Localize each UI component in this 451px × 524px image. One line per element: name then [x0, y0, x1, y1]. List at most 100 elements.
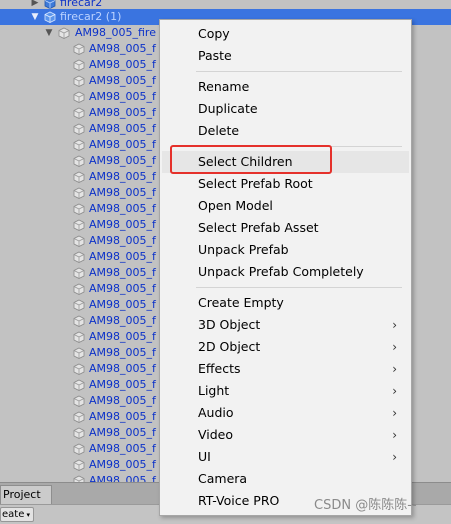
hierarchy-row-label: AM98_005_f — [89, 234, 156, 247]
menu-item-copy[interactable]: Copy — [162, 23, 409, 45]
menu-item-video[interactable]: Video › — [162, 424, 409, 446]
gameobject-cube-icon — [58, 27, 70, 39]
gameobject-cube-icon — [73, 123, 85, 135]
hierarchy-row-label: AM98_005_f — [89, 58, 156, 71]
menu-item-open-model[interactable]: Open Model — [162, 195, 409, 217]
tab-project[interactable]: Project — [0, 485, 52, 504]
gameobject-cube-icon — [73, 267, 85, 279]
hierarchy-row-label: AM98_005_f — [89, 250, 156, 263]
menu-item-effects[interactable]: Effects › — [162, 358, 409, 380]
menu-item-label: Rename — [198, 79, 250, 94]
hierarchy-row-label: AM98_005_f — [89, 122, 156, 135]
gameobject-cube-icon — [73, 363, 85, 375]
hierarchy-row-label: firecar2 (1) — [60, 10, 122, 23]
menu-item-select-prefab-root[interactable]: Select Prefab Root — [162, 173, 409, 195]
chevron-right-icon: › — [392, 384, 397, 398]
menu-separator — [196, 71, 402, 72]
gameobject-cube-icon — [73, 203, 85, 215]
menu-item-label: Light — [198, 383, 230, 398]
menu-separator — [196, 146, 402, 147]
hierarchy-row-label: AM98_005_f — [89, 90, 156, 103]
menu-item-label: Select Children — [198, 154, 293, 169]
gameobject-cube-icon — [73, 59, 85, 71]
gameobject-cube-icon — [73, 443, 85, 455]
menu-item-select-prefab-asset[interactable]: Select Prefab Asset — [162, 217, 409, 239]
hierarchy-row-label: AM98_005_f — [89, 474, 156, 482]
gameobject-cube-icon — [73, 139, 85, 151]
gameobject-cube-icon — [73, 331, 85, 343]
chevron-right-icon: › — [392, 406, 397, 420]
gameobject-cube-icon — [73, 395, 85, 407]
hierarchy-row-label: AM98_005_f — [89, 410, 156, 423]
menu-item-label: Video — [198, 427, 234, 442]
menu-item-camera[interactable]: Camera — [162, 468, 409, 490]
hierarchy-row-label: AM98_005_f — [89, 458, 156, 471]
menu-item-label: Unpack Prefab — [198, 242, 289, 257]
menu-item-label: Open Model — [198, 198, 273, 213]
expanded-arrow-icon[interactable]: ▼ — [44, 25, 54, 41]
create-dropdown-label: eate — [2, 509, 25, 520]
hierarchy-row-label: AM98_005_f — [89, 154, 156, 167]
prefab-cube-icon — [44, 0, 56, 9]
menu-item-audio[interactable]: Audio › — [162, 402, 409, 424]
menu-item-label: Select Prefab Root — [198, 176, 313, 191]
hierarchy-row-label: AM98_005_f — [89, 218, 156, 231]
menu-item-unpack-prefab-completely[interactable]: Unpack Prefab Completely — [162, 261, 409, 283]
gameobject-cube-icon — [73, 427, 85, 439]
expanded-arrow-icon[interactable]: ▼ — [30, 9, 40, 25]
chevron-right-icon: › — [392, 318, 397, 332]
gameobject-cube-icon — [73, 315, 85, 327]
gameobject-cube-icon — [73, 75, 85, 87]
chevron-right-icon: › — [392, 362, 397, 376]
menu-item-label: Audio — [198, 405, 234, 420]
gameobject-cube-icon — [73, 459, 85, 471]
menu-item-3d-object[interactable]: 3D Object › — [162, 314, 409, 336]
menu-item-unpack-prefab[interactable]: Unpack Prefab — [162, 239, 409, 261]
hierarchy-row-label: AM98_005_f — [89, 74, 156, 87]
menu-item-ui[interactable]: UI › — [162, 446, 409, 468]
hierarchy-row-label: AM98_005_f — [89, 106, 156, 119]
chevron-down-icon: ▾ — [26, 511, 30, 519]
menu-item-light[interactable]: Light › — [162, 380, 409, 402]
gameobject-cube-icon — [73, 251, 85, 263]
menu-item-label: UI — [198, 449, 211, 464]
gameobject-cube-icon — [73, 107, 85, 119]
menu-item-rename[interactable]: Rename — [162, 76, 409, 98]
menu-item-label: Paste — [198, 48, 232, 63]
menu-item-label: Camera — [198, 471, 248, 486]
hierarchy-row-label: AM98_005_f — [89, 42, 156, 55]
menu-item-duplicate[interactable]: Duplicate — [162, 98, 409, 120]
hierarchy-row-label: AM98_005_f — [89, 378, 156, 391]
hierarchy-row-label: AM98_005_f — [89, 282, 156, 295]
menu-item-label: Effects — [198, 361, 241, 376]
create-dropdown[interactable]: eate ▾ — [0, 507, 34, 522]
hierarchy-row-label: AM98_005_f — [89, 394, 156, 407]
gameobject-cube-icon — [73, 187, 85, 199]
gameobject-cube-icon — [73, 379, 85, 391]
menu-item-label: Create Empty — [198, 295, 284, 310]
prefab-cube-icon — [44, 11, 56, 23]
hierarchy-row-label: AM98_005_f — [89, 170, 156, 183]
menu-item-label: 3D Object — [198, 317, 261, 332]
menu-item-label: Duplicate — [198, 101, 258, 116]
gameobject-cube-icon — [73, 283, 85, 295]
hierarchy-row-label: AM98_005_f — [89, 330, 156, 343]
menu-item-paste[interactable]: Paste — [162, 45, 409, 67]
chevron-right-icon: › — [392, 428, 397, 442]
gameobject-cube-icon — [73, 475, 85, 482]
menu-item-label: Copy — [198, 26, 230, 41]
chevron-right-icon: › — [392, 450, 397, 464]
menu-item-select-children[interactable]: Select Children — [162, 151, 409, 173]
hierarchy-row-label: AM98_005_f — [89, 346, 156, 359]
hierarchy-row-label: AM98_005_f — [89, 202, 156, 215]
menu-item-2d-object[interactable]: 2D Object › — [162, 336, 409, 358]
gameobject-cube-icon — [73, 235, 85, 247]
hierarchy-row-label: AM98_005_f — [89, 186, 156, 199]
hierarchy-row-label: AM98_005_f — [89, 314, 156, 327]
menu-item-delete[interactable]: Delete — [162, 120, 409, 142]
menu-item-create-empty[interactable]: Create Empty — [162, 292, 409, 314]
gameobject-cube-icon — [73, 411, 85, 423]
hierarchy-row-label: AM98_005_f — [89, 298, 156, 311]
hierarchy-row-label: AM98_005_f — [89, 362, 156, 375]
gameobject-cube-icon — [73, 155, 85, 167]
